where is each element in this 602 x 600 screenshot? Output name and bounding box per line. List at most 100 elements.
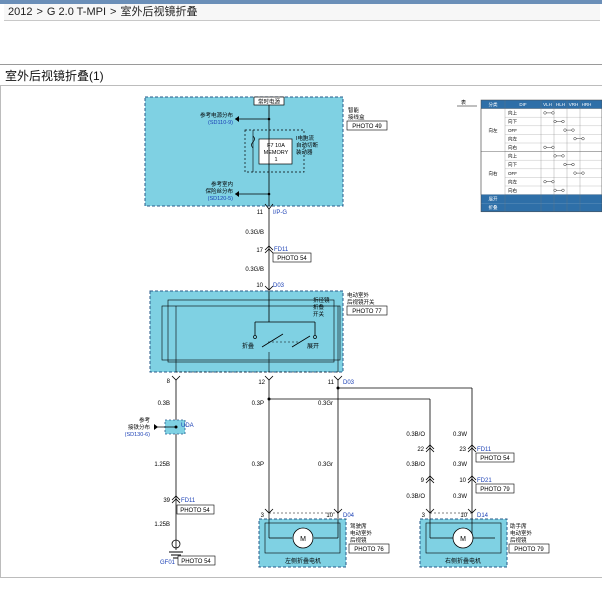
right-motor-label-1: 助手席 (510, 522, 527, 530)
conn-ip-g[interactable]: I/P-G (273, 210, 287, 216)
table-row-label: OFF (508, 171, 517, 176)
switch-truth-table: 表分类 DIF VLH HLH VRH HRH向左向上向下OFF向左向右向右向上向下OFF… (457, 99, 602, 213)
conn-d03-mid[interactable]: D03 (343, 380, 355, 386)
left-motor-label-2: 电动室外 (350, 529, 373, 537)
pin-12: 12 (258, 380, 265, 386)
table-group-label-0: 向左 (489, 127, 498, 133)
table-group-1 (480, 151, 602, 195)
conn-uda[interactable]: UDA (181, 423, 194, 429)
table-row-label: 向下 (508, 118, 517, 125)
wire-gb-1: 0.3G/B (245, 230, 264, 236)
switch-unfold-label: 展开 (307, 343, 319, 350)
pin-10-fd21: 10 (459, 478, 466, 484)
photo-76-link[interactable]: PHOTO 76 (354, 547, 384, 553)
wire-gb-2: 0.3G/B (245, 267, 264, 273)
ref-fuse-code[interactable]: (SD120-5) (208, 196, 234, 202)
ref-fuse-label-1: 参考室内 (211, 180, 233, 188)
ref-power-code[interactable]: (SD110-9) (208, 120, 233, 126)
table-mark: 表 (461, 99, 466, 106)
wire-1-25b-1: 1.25B (154, 462, 170, 468)
conn-fd11-top[interactable]: FD11 (274, 247, 289, 253)
left-motor-pin10: 10 (326, 513, 333, 519)
smart-box-label-1: 智能 (348, 106, 360, 114)
wire-0-3gr-top: 0.3Gr (318, 401, 333, 407)
conn-d04[interactable]: D04 (343, 513, 355, 519)
pin-11-top: 11 (257, 210, 264, 216)
table-row-label: 向上 (508, 110, 517, 116)
conn-d14[interactable]: D14 (477, 513, 489, 519)
conn-fd21[interactable]: FD21 (477, 478, 492, 484)
pin-17: 17 (256, 248, 263, 254)
switch-fold-label: 折叠 (242, 342, 254, 350)
right-motor-label-2: 电动室外 (510, 529, 533, 537)
constant-power-header: 常时电源 (258, 98, 281, 106)
left-motor-label-1: 驾驶席 (350, 522, 367, 530)
table-header-2: VLH (543, 102, 552, 107)
pin-22: 22 (417, 447, 424, 453)
wire-w-1: 0.3W (453, 432, 467, 438)
table-row-label: 向右 (508, 187, 517, 194)
photo-49-link[interactable]: PHOTO 49 (352, 124, 382, 130)
photo-54-top[interactable]: PHOTO 54 (277, 256, 307, 262)
wire-w-3: 0.3W (453, 494, 467, 500)
wire-w-2: 0.3W (453, 462, 467, 468)
left-motor-pin3: 3 (261, 513, 265, 519)
ifcb-label-3: 装动器 (296, 148, 313, 156)
left-motor-bottom: 左侧折叠电机 (285, 557, 321, 565)
left-motor-label-3: 后视镜 (350, 536, 367, 544)
fuse-num-label: 1 (274, 157, 277, 163)
wire-bo-3: 0.3B/O (406, 494, 425, 500)
left-motor-m: M (300, 536, 306, 543)
photo-54-gf01[interactable]: PHOTO 54 (181, 559, 211, 565)
smart-box-label-2: 接线盒 (348, 113, 365, 121)
conn-d03-top[interactable]: D03 (273, 283, 285, 289)
conn-fd11-gnd[interactable]: FD11 (181, 498, 196, 504)
table-row-label: 向上 (508, 153, 517, 159)
pin-10-d03: 10 (256, 283, 263, 289)
ifcb-label-2: 自动切断 (296, 141, 319, 149)
ifcb-label-1: I电电流 (296, 134, 315, 142)
table-group-label-1: 向右 (489, 170, 498, 177)
wire-bo-1: 0.3B/O (406, 432, 425, 438)
photo-54-right[interactable]: PHOTO 54 (480, 456, 510, 462)
pin-8: 8 (167, 379, 171, 385)
pin-11-mid: 11 (328, 380, 335, 386)
ref-power-label: 参考电源分布 (200, 111, 234, 119)
wire-bo-2: 0.3B/O (406, 462, 425, 468)
table-header-5: HRH (582, 102, 592, 107)
wiring-diagram: 常时电源 参考电源分布 (SD110-9) F7 10A MEMORY 1 I电… (125, 96, 602, 568)
right-motor-pin10: 10 (460, 513, 467, 519)
ground-ref-1: 参考 (139, 416, 151, 424)
ground-ref-2: 接铁分布 (128, 423, 151, 431)
table-row-label: 向左 (508, 178, 517, 184)
switch-inner-1: 折径镜 (313, 296, 330, 304)
photo-77-link[interactable]: PHOTO 77 (352, 309, 382, 315)
right-motor-bottom: 右侧折叠电机 (445, 557, 481, 565)
table-header-1: DIF (519, 102, 527, 107)
table-group-0 (480, 108, 602, 152)
pin-39: 39 (163, 498, 170, 504)
wire-0-3b: 0.3B (158, 401, 170, 407)
ground-gf01[interactable]: GF01 (160, 560, 176, 566)
wire-0-3p-top: 0.3P (252, 401, 264, 407)
right-motor-m: M (460, 536, 466, 543)
photo-79-fd21[interactable]: PHOTO 79 (480, 487, 510, 493)
table-row-label: OFF (508, 128, 517, 133)
wire-0-3p-low: 0.3P (252, 462, 264, 468)
photo-79-link[interactable]: PHOTO 79 (514, 547, 544, 553)
wire-1-25b-2: 1.25B (154, 522, 170, 528)
photo-54-gnd[interactable]: PHOTO 54 (180, 508, 210, 514)
ground-ref-code[interactable]: (SD130-6) (125, 432, 151, 438)
wire-0-3gr-low: 0.3Gr (318, 462, 333, 468)
right-motor-pin3: 3 (422, 513, 426, 519)
table-bottom-label-1: 折叠 (489, 204, 498, 211)
switch-inner-3: 开关 (313, 310, 325, 318)
conn-fd11-right[interactable]: FD11 (477, 447, 492, 453)
table-row-label: 向左 (508, 135, 517, 141)
table-header-0: 分类 (489, 101, 498, 108)
table-bottom-bg-1 (481, 203, 602, 212)
switch-inner-2: 折叠 (313, 303, 325, 311)
smart-junction-box (144, 96, 344, 207)
ref-fuse-label-2: 保险丝分布 (205, 187, 233, 195)
switch-box-label-2: 后视镜开关 (347, 298, 375, 306)
